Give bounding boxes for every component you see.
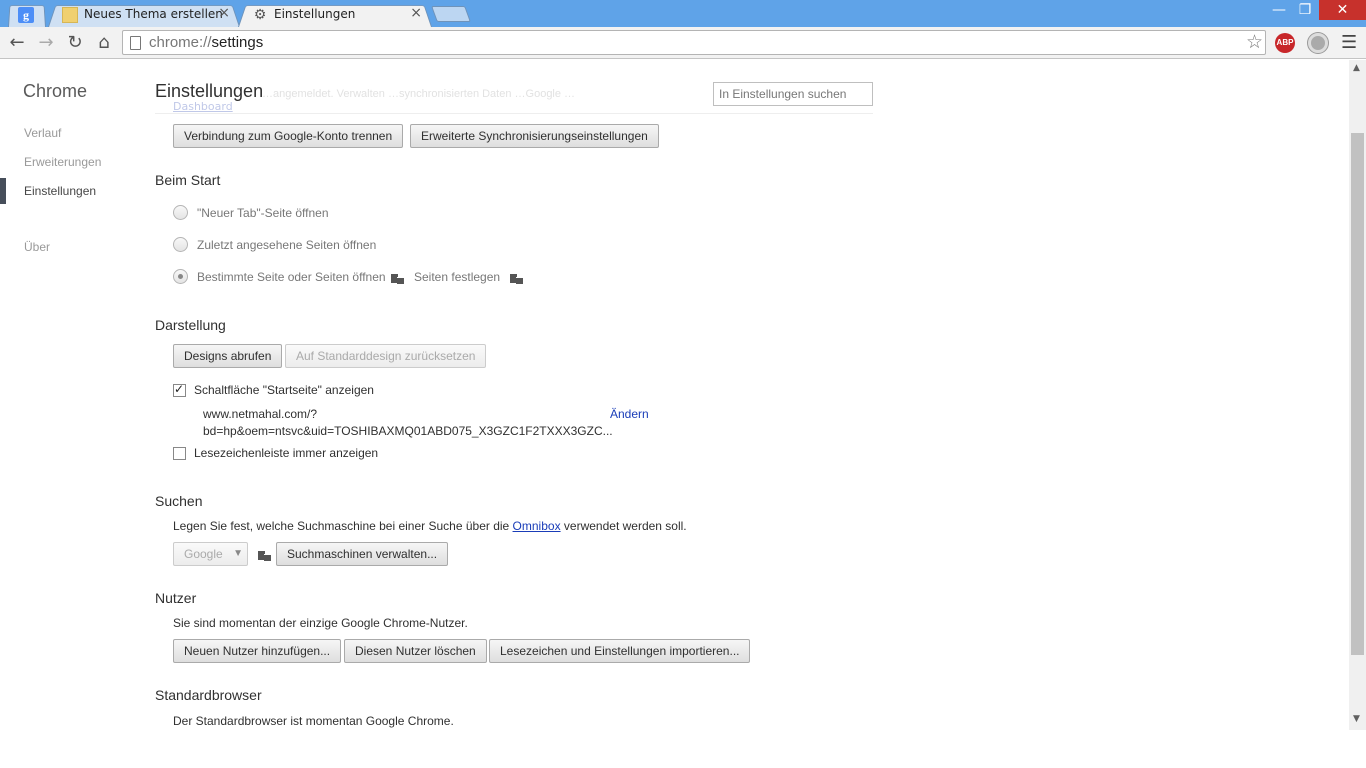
advanced-sync-settings-button[interactable]: Erweiterte Synchronisierungseinstellunge… <box>410 124 659 148</box>
search-description: Legen Sie fest, welche Suchmaschine bei … <box>173 519 687 533</box>
startup-label-last-session: Zuletzt angesehene Seiten öffnen <box>197 238 377 252</box>
adblock-plus-icon[interactable]: ABP <box>1275 33 1295 53</box>
section-title-search: Suchen <box>155 493 203 509</box>
forum-favicon-icon <box>62 7 78 23</box>
startup-label-specific-pages: Bestimmte Seite oder Seiten öffnen <box>197 270 386 284</box>
policy-icon <box>510 272 523 284</box>
set-pages-link[interactable]: Seiten festlegen <box>414 270 500 284</box>
section-title-appearance: Darstellung <box>155 317 226 333</box>
settings-search-input[interactable]: In Einstellungen suchen <box>713 82 873 106</box>
scroll-down-arrow-icon[interactable]: ▼ <box>1353 714 1360 724</box>
startup-label-new-tab: "Neuer Tab"-Seite öffnen <box>197 206 329 220</box>
delete-user-button[interactable]: Diesen Nutzer löschen <box>344 639 487 663</box>
omnibox-link[interactable]: Omnibox <box>513 519 561 533</box>
scrollbar-thumb[interactable] <box>1351 133 1364 655</box>
get-themes-button[interactable]: Designs abrufen <box>173 344 283 368</box>
maximize-button[interactable]: ❐ <box>1290 0 1320 20</box>
policy-icon <box>391 272 404 284</box>
header-divider <box>155 113 873 114</box>
users-description: Sie sind momentan der einzige Google Chr… <box>173 616 468 630</box>
chevron-down-icon: ▼ <box>233 548 243 559</box>
default-browser-description: Der Standardbrowser ist momentan Google … <box>173 714 454 728</box>
show-home-button-checkbox[interactable] <box>173 382 186 397</box>
omnibox[interactable]: chrome://settings ☆ <box>122 30 1266 55</box>
section-title-users: Nutzer <box>155 590 197 606</box>
section-title-default-browser: Standardbrowser <box>155 687 262 703</box>
faded-sync-text: …angemeldet. Verwalten …synchronisierten… <box>262 88 576 100</box>
startup-radio-last-session[interactable] <box>173 237 188 252</box>
sidebar-title: Chrome <box>23 81 88 101</box>
add-user-button[interactable]: Neuen Nutzer hinzufügen... <box>173 639 342 663</box>
forward-arrow-icon[interactable]: → <box>35 32 57 54</box>
change-home-link[interactable]: Ändern <box>610 407 649 421</box>
sidebar-item-einstellungen[interactable]: Einstellungen <box>24 184 96 198</box>
bookmarks-bar-checkbox[interactable] <box>173 447 186 460</box>
home-url-line2: bd=hp&oem=ntsvc&uid=TOSHIBAXMQ01ABD075_X… <box>203 424 613 438</box>
disconnect-google-account-button[interactable]: Verbindung zum Google-Konto trennen <box>173 124 404 148</box>
sidebar-item-ueber[interactable]: Über <box>24 240 50 254</box>
google-icon: g <box>18 7 34 23</box>
toolbar: ← → ↻ ⌂ chrome://settings ☆ <box>0 27 1366 59</box>
close-tab-icon[interactable]: × <box>218 5 230 21</box>
manage-search-engines-button[interactable]: Suchmaschinen verwalten... <box>276 542 449 566</box>
home-icon[interactable]: ⌂ <box>93 32 115 54</box>
tab-einstellungen[interactable]: ⚙ Einstellungen × <box>238 3 432 27</box>
close-tab-icon[interactable]: × <box>410 5 422 21</box>
startup-radio-new-tab[interactable] <box>173 205 188 220</box>
reload-icon[interactable]: ↻ <box>64 32 86 54</box>
tab-google[interactable]: g <box>8 3 46 27</box>
sidebar-active-marker <box>0 178 6 204</box>
menu-icon[interactable]: ☰ <box>1341 32 1357 53</box>
faded-dashboard-link[interactable]: Dashboard <box>173 100 233 113</box>
bookmark-star-icon[interactable]: ☆ <box>1246 31 1263 53</box>
page-title: Einstellungen <box>155 81 264 101</box>
startup-radio-specific-pages[interactable] <box>173 269 188 284</box>
new-tab-button[interactable] <box>431 6 471 22</box>
home-url-line1: www.netmahal.com/? <box>203 407 318 421</box>
show-home-button-label: Schaltfläche "Startseite" anzeigen <box>194 383 374 397</box>
tab-strip: g Neues Thema erstellen - T × ⚙ Einstell… <box>0 0 1366 27</box>
import-bookmarks-button[interactable]: Lesezeichen und Einstellungen importiere… <box>489 639 751 663</box>
tab-title: Neues Thema erstellen - T <box>84 7 222 21</box>
tab-title: Einstellungen <box>274 7 356 21</box>
scroll-up-arrow-icon[interactable]: ▲ <box>1353 63 1360 73</box>
policy-icon <box>258 549 271 561</box>
url-text[interactable]: chrome://settings <box>149 34 263 51</box>
reset-theme-button[interactable]: Auf Standarddesign zurücksetzen <box>285 344 487 368</box>
gear-icon: ⚙ <box>253 7 267 23</box>
close-window-button[interactable]: ✕ <box>1319 0 1366 20</box>
back-arrow-icon[interactable]: ← <box>6 32 28 54</box>
sidebar-item-verlauf[interactable]: Verlauf <box>24 126 61 140</box>
section-title-startup: Beim Start <box>155 172 221 188</box>
page-icon <box>130 36 141 50</box>
extension-icon[interactable] <box>1308 33 1328 53</box>
search-engine-select[interactable]: Google ▼ <box>173 542 248 566</box>
bookmarks-bar-label: Lesezeichenleiste immer anzeigen <box>194 446 379 460</box>
sidebar-item-erweiterungen[interactable]: Erweiterungen <box>24 155 101 169</box>
tab-neues-thema[interactable]: Neues Thema erstellen - T × <box>48 3 240 27</box>
